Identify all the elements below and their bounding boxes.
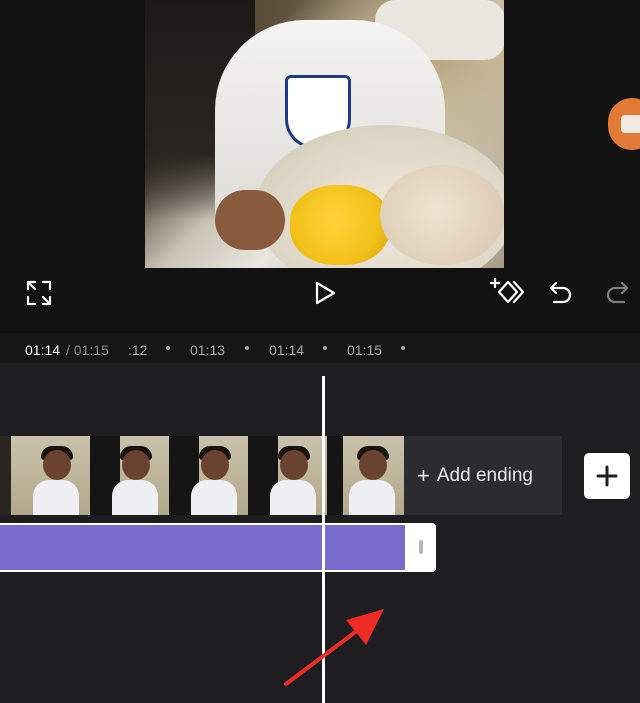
timeline-track-area[interactable]: + Add ending <box>0 363 640 703</box>
play-icon[interactable] <box>312 280 338 306</box>
playhead[interactable] <box>322 376 325 703</box>
add-ending-button[interactable]: + Add ending <box>404 436 562 515</box>
preview-arm <box>215 190 285 250</box>
preview-bread <box>380 165 504 265</box>
video-preview-area <box>0 0 640 330</box>
redo-icon[interactable] <box>606 280 630 306</box>
clip-thumbnail <box>0 436 11 515</box>
ruler-tick-label: 01:13 <box>190 342 226 358</box>
add-clip-button[interactable] <box>584 453 630 499</box>
clip-thumbnail <box>169 436 248 515</box>
fullscreen-icon[interactable] <box>26 280 52 306</box>
ruler-dot <box>323 346 327 350</box>
plus-icon <box>596 465 618 487</box>
ruler-dot <box>166 346 170 350</box>
keyframe-add-icon[interactable] <box>490 277 524 309</box>
ruler-dot <box>245 346 249 350</box>
audio-trim-handle[interactable] <box>419 540 423 554</box>
current-time: 01:14 <box>25 342 61 358</box>
plus-icon: + <box>417 462 430 488</box>
undo-icon[interactable] <box>548 280 574 306</box>
ruler-tick-label: :12 <box>128 342 148 358</box>
record-icon <box>621 115 640 133</box>
audio-track-clip[interactable] <box>0 523 436 572</box>
audio-track-fill <box>0 525 405 570</box>
ruler-tick-label: 01:15 <box>347 342 383 358</box>
add-ending-label: Add ending <box>436 464 534 486</box>
record-button[interactable] <box>608 98 640 150</box>
total-duration: / 01:15 <box>66 342 109 358</box>
time-ruler[interactable]: 01:14 / 01:15 :12 01:13 01:14 01:15 <box>0 333 640 363</box>
ruler-dot <box>401 346 405 350</box>
clip-thumbnail <box>90 436 169 515</box>
video-clip-track[interactable] <box>0 436 404 515</box>
clip-thumbnail <box>11 436 90 515</box>
ruler-tick-label: 01:14 <box>269 342 305 358</box>
video-preview[interactable] <box>145 0 504 268</box>
preview-food <box>290 185 390 265</box>
clip-thumbnail <box>327 436 404 515</box>
clip-thumbnail <box>248 436 327 515</box>
